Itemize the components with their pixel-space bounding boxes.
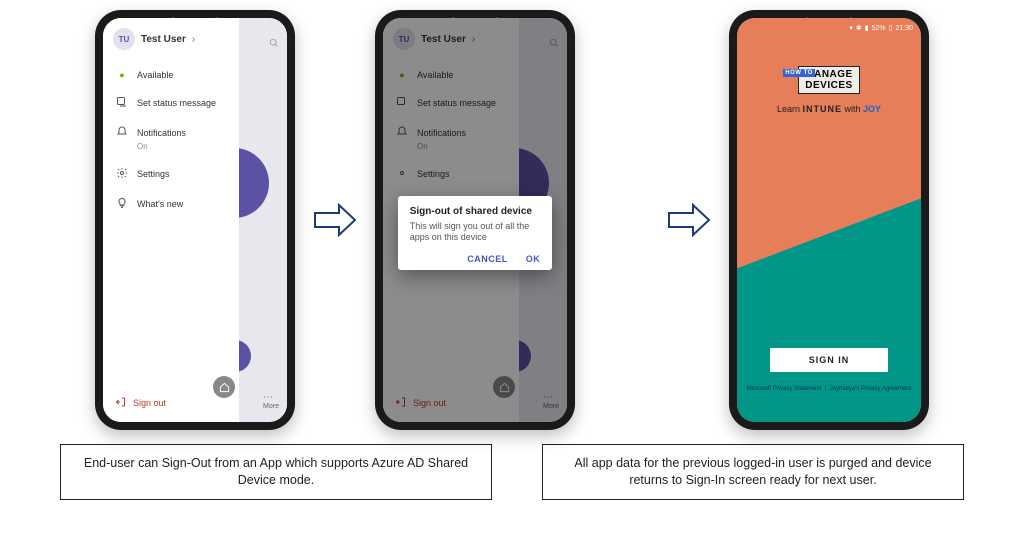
- menu-label: Available: [137, 70, 173, 80]
- phone-3-kiosk-signin: ▾ ✱ ▮ 52% ▯ 21:30 HOW TO MANAGE DEVICES …: [729, 10, 929, 430]
- presence-available-icon: ●: [115, 70, 129, 80]
- chevron-right-icon: ›: [472, 34, 475, 45]
- more-icon[interactable]: ⋯More: [263, 392, 279, 410]
- avatar: TU: [113, 28, 135, 50]
- dialog-body: This will sign you out of all the apps o…: [410, 221, 541, 244]
- user-profile-row: TU Test User ›: [393, 28, 509, 50]
- signout-icon: [115, 396, 127, 410]
- menu-settings[interactable]: Settings: [113, 159, 229, 189]
- app-logo: HOW TO MANAGE DEVICES Learn INTUNE with …: [737, 66, 921, 114]
- sign-out-label: Sign out: [133, 398, 166, 408]
- wifi-icon: ▾: [849, 24, 853, 32]
- phone-1-teams-drawer: ⋯More TU Test User › ● Available Set sta…: [95, 10, 295, 430]
- bell-icon: [115, 126, 129, 140]
- caption-right: All app data for the previous logged-in …: [542, 444, 964, 500]
- menu-label: Notifications: [137, 128, 186, 138]
- menu-set-status[interactable]: Set status message: [113, 88, 229, 118]
- bluetooth-icon: ✱: [856, 24, 862, 32]
- signal-icon: ▮: [865, 24, 869, 32]
- menu-label: Set status message: [137, 98, 216, 108]
- menu-label: Settings: [137, 169, 170, 179]
- battery-icon: ▯: [889, 24, 893, 32]
- status-bar: ▾ ✱ ▮ 52% ▯ 21:30: [849, 24, 913, 32]
- menu-available: ●Available: [393, 62, 509, 88]
- home-fab: [493, 376, 515, 398]
- menu-whats-new[interactable]: What's new: [113, 189, 229, 219]
- caption-left: End-user can Sign-Out from an App which …: [60, 444, 492, 500]
- sign-out-button: Sign out: [393, 390, 509, 416]
- caption-row: End-user can Sign-Out from an App which …: [0, 430, 1024, 500]
- lightbulb-icon: [115, 197, 129, 211]
- signout-dialog: Sign-out of shared device This will sign…: [398, 196, 553, 270]
- search-icon[interactable]: [269, 38, 279, 51]
- user-name: Test User: [141, 34, 186, 45]
- menu-label: What's new: [137, 199, 183, 209]
- diagram-row: ⋯More TU Test User › ● Available Set sta…: [0, 0, 1024, 430]
- edit-box-icon: [115, 96, 129, 110]
- sign-in-button[interactable]: SIGN IN: [770, 348, 888, 372]
- user-profile-row[interactable]: TU Test User ›: [113, 28, 229, 50]
- menu-settings: Settings: [393, 159, 509, 189]
- privacy-links[interactable]: Microsoft Privacy Statement | Joymalya's…: [737, 386, 921, 392]
- search-icon: [549, 38, 559, 51]
- notifications-state: On: [113, 142, 229, 159]
- dialog-title: Sign-out of shared device: [410, 206, 541, 217]
- teams-background: ⋯More: [239, 18, 287, 422]
- phone-2-signout-dialog: ⋯More TU Test User › ●Available Set stat…: [375, 10, 575, 430]
- flow-arrow-2: [667, 203, 711, 237]
- gear-icon: [115, 167, 129, 181]
- signout-icon: [395, 396, 407, 410]
- flow-arrow-1: [313, 203, 357, 237]
- menu-notifications: Notifications: [393, 118, 509, 148]
- more-icon: ⋯More: [543, 392, 559, 410]
- menu-available[interactable]: ● Available: [113, 62, 229, 88]
- avatar: TU: [393, 28, 415, 50]
- chevron-right-icon: ›: [192, 34, 195, 45]
- kiosk-sign-in-screen: ▾ ✱ ▮ 52% ▯ 21:30 HOW TO MANAGE DEVICES …: [737, 18, 921, 422]
- dialog-cancel-button[interactable]: CANCEL: [467, 254, 508, 264]
- sign-out-button[interactable]: Sign out: [113, 390, 229, 416]
- navigation-drawer: TU Test User › ● Available Set status me…: [103, 18, 239, 422]
- menu-set-status: Set status message: [393, 88, 509, 118]
- dialog-ok-button[interactable]: OK: [526, 254, 541, 264]
- compose-icon: [499, 340, 531, 372]
- tagline: Learn INTUNE with JOY: [737, 104, 921, 114]
